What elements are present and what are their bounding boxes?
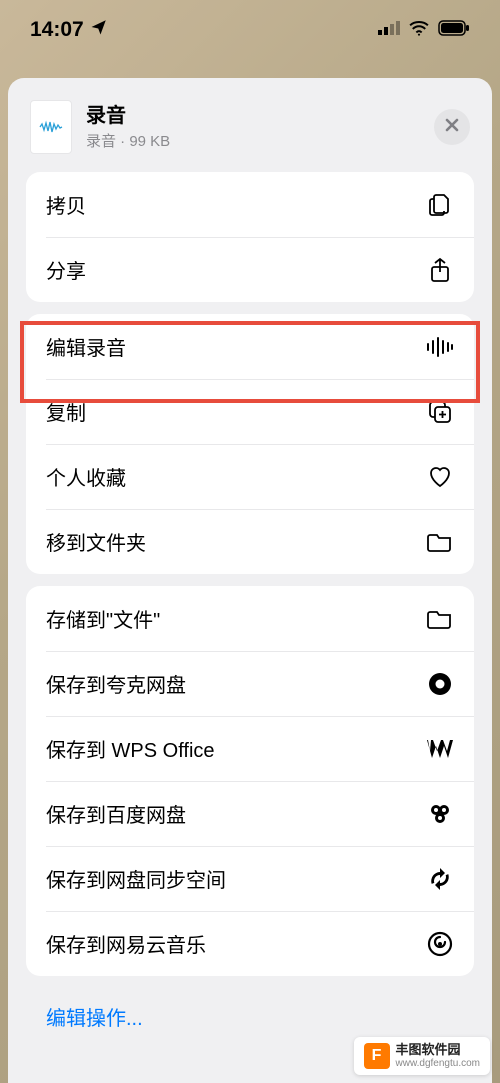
row-label: 移到文件夹 (46, 527, 146, 556)
action-group-1: 拷贝 分享 (26, 172, 474, 302)
row-save-files[interactable]: 存储到"文件" (26, 586, 474, 651)
close-button[interactable] (434, 109, 470, 145)
row-copy[interactable]: 拷贝 (26, 172, 474, 237)
row-label: 存储到"文件" (46, 604, 160, 633)
file-title: 录音 (86, 104, 420, 128)
row-duplicate[interactable]: 复制 (26, 379, 474, 444)
row-move-folder[interactable]: 移到文件夹 (26, 509, 474, 574)
row-label: 拷贝 (46, 190, 86, 219)
share-icon (426, 256, 454, 284)
quark-icon (426, 670, 454, 698)
wps-icon (426, 735, 454, 763)
copy-pages-icon (426, 191, 454, 219)
duplicate-plus-icon (426, 398, 454, 426)
row-save-netease[interactable]: 保存到网易云音乐 (26, 911, 474, 976)
edit-actions-link[interactable]: 编辑操作... (26, 988, 474, 1031)
row-edit-recording[interactable]: 编辑录音 (26, 314, 474, 379)
close-icon (444, 117, 460, 138)
action-group-2: 编辑录音 复制 个人收藏 移到文件夹 (26, 314, 474, 574)
row-favorite[interactable]: 个人收藏 (26, 444, 474, 509)
file-subtitle: 录音 · 99 KB (86, 130, 420, 151)
row-label: 保存到网盘同步空间 (46, 864, 226, 893)
watermark-url: www.dgfengtu.com (396, 1058, 481, 1069)
share-sheet: 录音 录音 · 99 KB 拷贝 分享 编辑录音 (8, 78, 492, 1083)
netease-music-icon (426, 930, 454, 958)
row-label: 分享 (46, 255, 86, 284)
row-label: 保存到网易云音乐 (46, 929, 206, 958)
wifi-icon (408, 20, 430, 41)
location-icon (90, 18, 108, 42)
watermark-logo: F (364, 1043, 390, 1069)
sheet-header: 录音 录音 · 99 KB (26, 96, 474, 172)
row-label: 个人收藏 (46, 462, 126, 491)
file-info: 录音 录音 · 99 KB (86, 104, 420, 151)
sync-icon (426, 865, 454, 893)
row-save-quark[interactable]: 保存到夸克网盘 (26, 651, 474, 716)
watermark: F 丰图软件园 www.dgfengtu.com (354, 1037, 491, 1075)
row-save-sync[interactable]: 保存到网盘同步空间 (26, 846, 474, 911)
signal-icon (378, 21, 400, 40)
row-label: 保存到 WPS Office (46, 734, 215, 763)
file-thumbnail (30, 100, 72, 154)
status-right (378, 20, 470, 41)
row-share[interactable]: 分享 (26, 237, 474, 302)
status-time: 14:07 (30, 18, 84, 42)
baidu-cloud-icon (426, 800, 454, 828)
row-save-baidu[interactable]: 保存到百度网盘 (26, 781, 474, 846)
status-time-group: 14:07 (30, 18, 108, 42)
row-label: 保存到夸克网盘 (46, 669, 186, 698)
heart-icon (426, 463, 454, 491)
row-label: 保存到百度网盘 (46, 799, 186, 828)
row-label: 编辑录音 (46, 332, 126, 361)
waveform-icon (426, 333, 454, 361)
row-label: 复制 (46, 397, 86, 426)
folder-icon (426, 605, 454, 633)
folder-icon (426, 528, 454, 556)
battery-icon (438, 20, 470, 41)
row-save-wps[interactable]: 保存到 WPS Office (26, 716, 474, 781)
watermark-title: 丰图软件园 (396, 1043, 481, 1057)
status-bar: 14:07 (0, 0, 500, 60)
action-group-3: 存储到"文件" 保存到夸克网盘 保存到 WPS Office 保存到百度网盘 保… (26, 586, 474, 976)
